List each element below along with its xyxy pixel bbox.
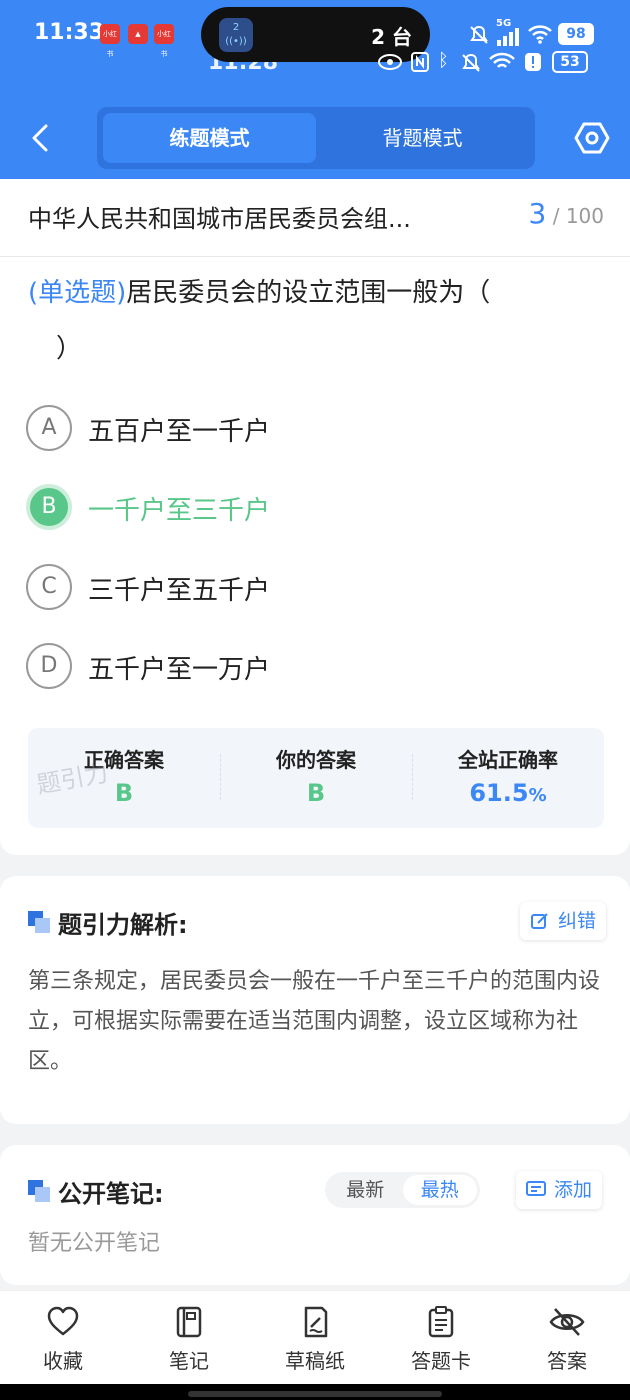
question-type: (单选题) (28, 278, 127, 308)
question-text: 居民委员会的设立范围一般为（ (126, 278, 491, 308)
nav-label: 收藏 (43, 1349, 83, 1373)
progress-current: 3 (528, 197, 547, 230)
public-notes-card: 公开笔记: 最新 最热 添加 暂无公开笔记 (0, 1145, 630, 1285)
app-badge-icon: 小红书 (100, 24, 120, 58)
mode-switch: 练题模式 背题模式 (97, 107, 535, 169)
mute-bell-icon (462, 53, 480, 72)
alert-icon (525, 53, 541, 71)
option-text: 一千户至三千户 (88, 496, 271, 526)
nav-label: 笔记 (169, 1349, 209, 1373)
stat-value: 61.5% (469, 779, 547, 807)
section-icon (28, 1180, 50, 1202)
nav-label: 答案 (547, 1349, 587, 1373)
option-c[interactable]: C 三千户至五千户 (26, 564, 586, 612)
nfc-icon (411, 52, 429, 72)
bluetooth-icon: ᛒ (438, 50, 449, 71)
option-text: 三千户至五千户 (88, 576, 271, 606)
nav-label: 答题卡 (411, 1349, 471, 1373)
section-icon (28, 911, 50, 933)
answer-stats: 正确答案 B 你的答案 B 全站正确率 61.5% (28, 728, 604, 828)
pill-text: 2 台 (371, 25, 412, 49)
question-stem: (单选题)居民委员会的设立范围一般为（ (28, 273, 603, 313)
option-letter: B (26, 484, 72, 530)
app-badge-icon: ▲ (128, 24, 148, 44)
option-text: 五千户至一万户 (88, 655, 271, 685)
sort-latest[interactable]: 最新 (328, 1175, 403, 1205)
question-card: 中华人民共和国城市居民委员会组... 3 / 100 (单选题)居民委员会的设立… (0, 179, 630, 855)
notes-title: 公开笔记: (58, 1180, 164, 1208)
app-badge-icon: 小红书 (154, 24, 174, 58)
mute-bell-icon (470, 25, 488, 44)
nav-label: 草稿纸 (285, 1349, 345, 1373)
battery-indicator: 98 (558, 23, 594, 45)
option-letter: D (26, 643, 72, 689)
tab-practice-mode[interactable]: 练题模式 (103, 113, 316, 163)
question-tail: ） (56, 334, 83, 364)
stat-site-accuracy: 全站正确率 61.5% (412, 728, 604, 828)
report-error-button[interactable]: 纠错 (520, 902, 607, 940)
notes-sort-switch: 最新 最热 (325, 1172, 480, 1208)
answer-card-icon (428, 1306, 454, 1338)
eye-off-icon (549, 1308, 585, 1336)
question-progress[interactable]: 3 / 100 (529, 197, 604, 230)
tab-memorize-mode[interactable]: 背题模式 (316, 113, 529, 163)
stat-label: 你的答案 (276, 748, 356, 772)
heart-icon (47, 1306, 79, 1336)
home-indicator[interactable] (188, 1391, 442, 1397)
paper-title-row: 中华人民共和国城市居民委员会组... 3 / 100 (0, 179, 630, 257)
option-letter: A (26, 405, 72, 451)
draft-icon (304, 1306, 328, 1338)
wifi-icon (489, 52, 515, 68)
analysis-title: 题引力解析: (58, 911, 188, 939)
stat-label: 全站正确率 (458, 748, 558, 772)
status-time: 11:33 (34, 20, 105, 45)
analysis-card: 题引力解析: 纠错 第三条规定，居民委员会一般在一千户至三千户的范围内设立，可根… (0, 876, 630, 1124)
broadcast-icon: 2 ((•)) (219, 18, 253, 52)
eye-icon (378, 54, 402, 70)
settings-icon[interactable] (574, 120, 610, 156)
analysis-text: 第三条规定，居民委员会一般在一千户至三千户的范围内设立，可根据实际需要在适当范围… (28, 969, 601, 1074)
option-letter: C (26, 564, 72, 610)
option-b[interactable]: B 一千户至三千户 (26, 484, 586, 532)
comment-icon (526, 1181, 546, 1196)
option-d[interactable]: D 五千户至一万户 (26, 643, 586, 691)
edit-icon (531, 913, 548, 929)
wifi-icon (528, 25, 552, 44)
option-a[interactable]: A 五百户至一千户 (26, 405, 586, 453)
back-arrow-icon[interactable] (26, 118, 56, 158)
empty-notes-text: 暂无公开笔记 (28, 1231, 161, 1256)
stat-value: B (306, 779, 326, 807)
add-note-button[interactable]: 添加 (516, 1171, 603, 1209)
paper-title: 中华人民共和国城市居民委员会组... (28, 205, 411, 233)
battery-indicator-behind: 53 (552, 51, 588, 73)
sort-hottest[interactable]: 最热 (402, 1175, 477, 1205)
notebook-icon (176, 1306, 202, 1338)
option-text: 五百户至一千户 (88, 417, 271, 447)
header-bar: 11:33 小红书 ▲ 小红书 11:28 2 ((•)) 2 台 5G 98 (0, 0, 630, 179)
status-bar: 11:33 小红书 ▲ 小红书 11:28 2 ((•)) 2 台 5G 98 (0, 0, 630, 75)
progress-total: / 100 (552, 204, 604, 228)
signal-icon (497, 28, 519, 46)
stat-your-answer: 你的答案 B (220, 728, 412, 828)
